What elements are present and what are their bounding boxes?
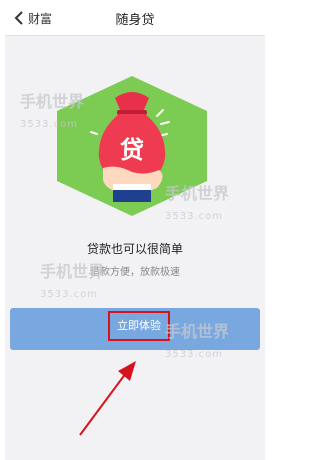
watermark: 手机世界 3533.com bbox=[40, 262, 105, 300]
loan-badge: 贷 bbox=[120, 136, 144, 164]
page-title: 随身贷 bbox=[115, 13, 155, 28]
try-now-label: 立即体验 bbox=[108, 311, 170, 341]
screen-border-left bbox=[0, 0, 5, 460]
watermark: 手机世界 3533.com bbox=[165, 184, 230, 222]
watermark: 手机世界 3533.com bbox=[20, 92, 85, 130]
headline: 贷款也可以很简单 bbox=[86, 242, 183, 256]
screen-border-right bbox=[265, 0, 270, 460]
watermark: 手机世界 3533.com bbox=[165, 322, 230, 360]
annotation-arrow-icon bbox=[79, 361, 136, 436]
app-header: 财富 随身贷 bbox=[5, 0, 265, 36]
